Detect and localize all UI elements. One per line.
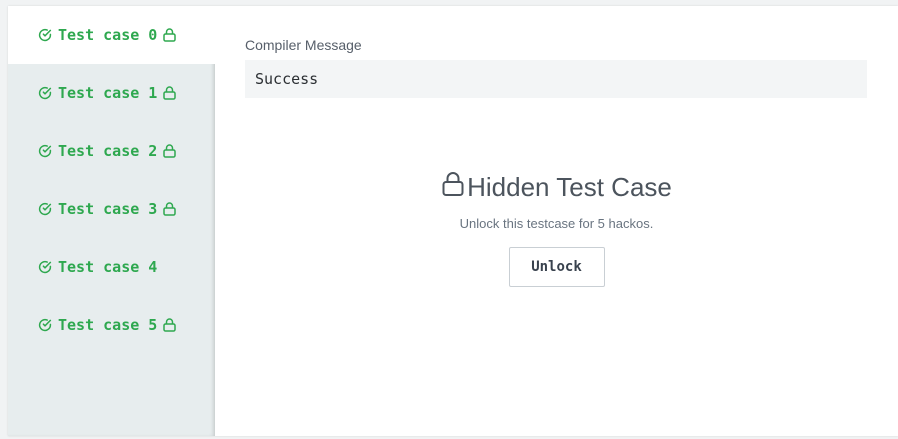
tab-test-case-0[interactable]: Test case 0 [8,6,215,64]
testcase-sidebar: Test case 0 Test case 1 Test case 2 Test… [8,6,215,436]
tab-test-case-1[interactable]: Test case 1 [8,64,215,122]
check-circle-icon [38,144,52,158]
tab-label: Test case 4 [58,258,158,276]
unlock-button[interactable]: Unlock [508,247,605,287]
compiler-message-label: Compiler Message [245,37,362,53]
check-circle-icon [38,28,52,42]
lock-icon [441,171,467,204]
check-circle-icon [38,202,52,216]
lock-icon [163,318,177,332]
tab-label: Test case 5 [58,316,158,334]
hidden-testcase-subtitle: Unlock this testcase for 5 hackos. [459,216,654,231]
tab-label: Test case 2 [58,142,158,160]
test-results-panel: Test case 0 Test case 1 Test case 2 Test… [8,6,898,436]
lock-icon [163,144,177,158]
hidden-testcase-title: Hidden Test Case [467,172,672,202]
check-circle-icon [38,318,52,332]
hidden-testcase-notice: Hidden Test Case Unlock this testcase fo… [215,171,898,287]
compiler-message-output: Success [245,60,867,98]
tab-label: Test case 3 [58,200,158,218]
check-circle-icon [38,260,52,274]
tab-test-case-4[interactable]: Test case 4 [8,238,215,296]
tab-test-case-5[interactable]: Test case 5 [8,296,215,354]
tab-label: Test case 1 [58,84,158,102]
lock-icon [163,86,177,100]
check-circle-icon [38,86,52,100]
tab-test-case-2[interactable]: Test case 2 [8,122,215,180]
lock-icon [163,28,177,42]
tab-label: Test case 0 [58,26,158,44]
testcase-details: Compiler Message Success Hidden Test Cas… [215,6,898,436]
hidden-testcase-heading: Hidden Test Case [441,171,672,204]
tab-test-case-3[interactable]: Test case 3 [8,180,215,238]
lock-icon [163,202,177,216]
